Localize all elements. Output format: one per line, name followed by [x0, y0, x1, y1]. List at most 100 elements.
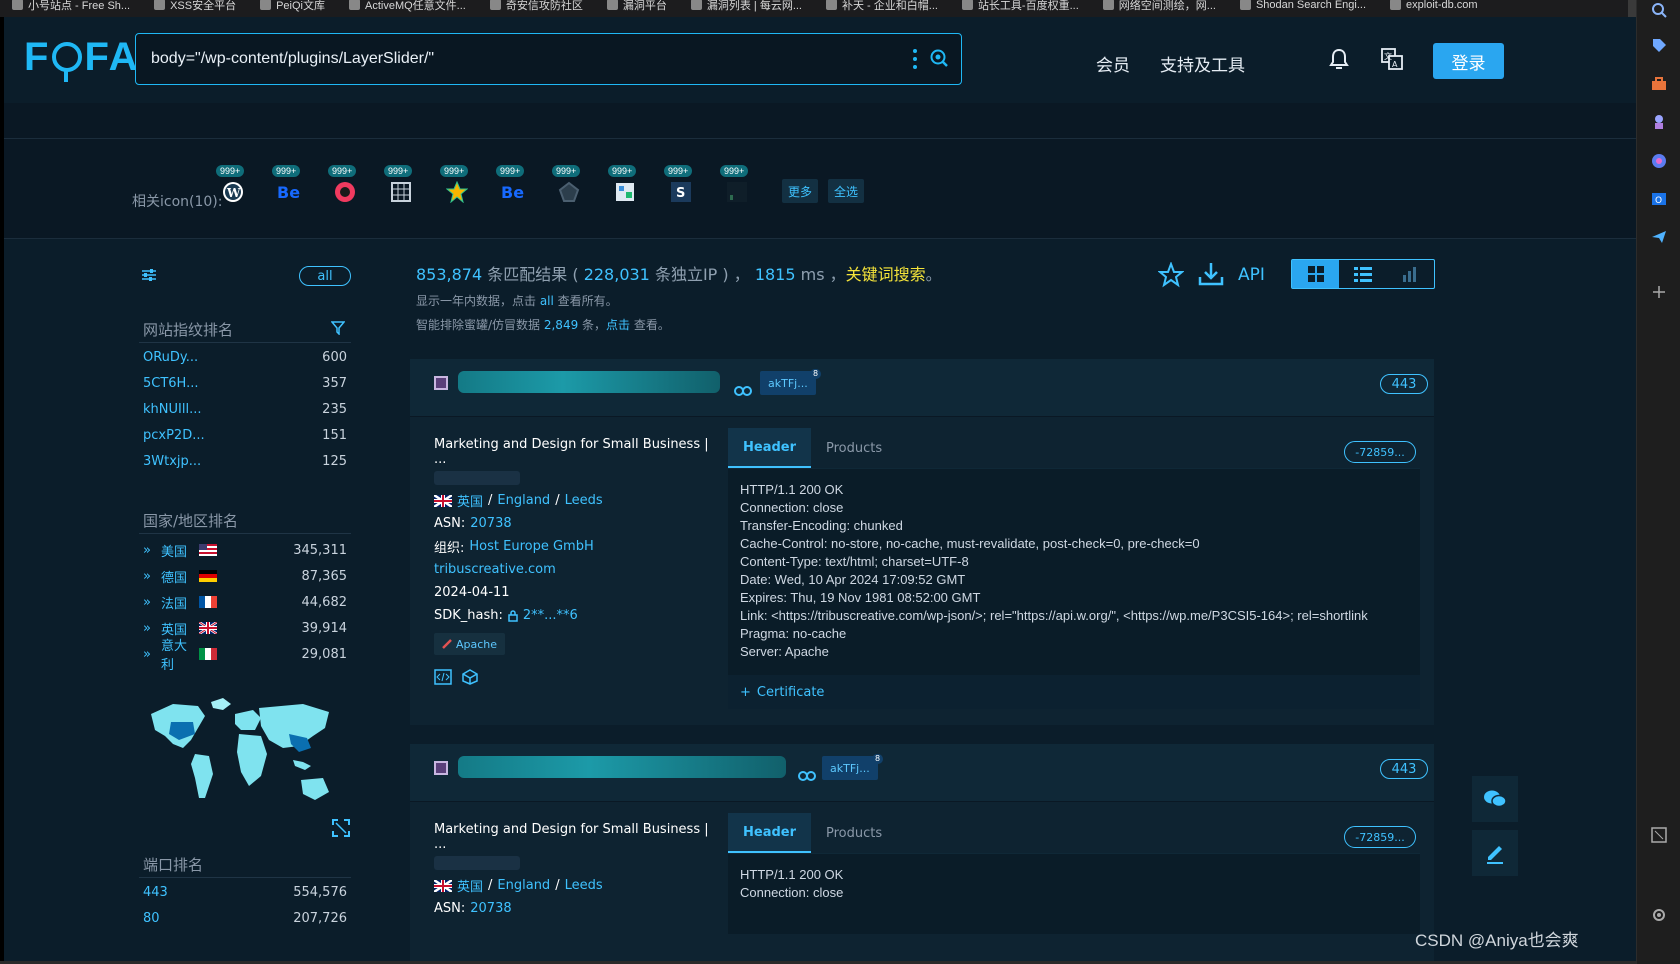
cert-tag[interactable]: akTFj...	[760, 371, 816, 395]
outlook-icon[interactable]: O	[1649, 189, 1669, 209]
certificate-toggle[interactable]: + Certificate	[728, 675, 1420, 709]
browser-tab[interactable]: 小号站点 - Free Sh...	[0, 0, 142, 13]
site-title[interactable]: Marketing and Design for Small Business …	[434, 437, 714, 467]
briefcase-icon[interactable]	[1649, 74, 1669, 94]
city-link[interactable]: Leeds	[565, 878, 603, 893]
country-row[interactable]: » 意大利 29,081	[143, 639, 347, 673]
settings-icon[interactable]	[1649, 905, 1669, 925]
fingerprint-row[interactable]: 5CT6H... 357	[143, 376, 347, 396]
tab-products[interactable]: Products	[811, 428, 897, 468]
dark-icon[interactable]: 999+	[720, 165, 752, 207]
tag-icon[interactable]	[1649, 35, 1669, 55]
asn-link[interactable]: 20738	[470, 516, 511, 531]
fingerprint-row[interactable]: pcxP2D... 151	[143, 428, 347, 448]
country-row[interactable]: » 法国 44,682	[143, 592, 347, 612]
translate-icon[interactable]: 文A	[1380, 47, 1404, 75]
add-icon[interactable]	[1649, 282, 1669, 302]
tab-header[interactable]: Header	[728, 813, 812, 853]
world-map[interactable]	[143, 694, 339, 824]
country-link[interactable]: 英国	[457, 491, 483, 510]
chess-icon[interactable]	[1649, 112, 1669, 132]
send-icon[interactable]	[1649, 227, 1669, 247]
browser-tab[interactable]: 网络空间测绘，网...	[1091, 0, 1228, 13]
city-link[interactable]: Leeds	[565, 493, 603, 508]
port-row[interactable]: 443 554,576	[143, 885, 347, 905]
behance-icon[interactable]: 999+ Be	[272, 165, 304, 207]
expand-icon[interactable]	[332, 819, 350, 841]
view-excluded-link[interactable]: 点击	[606, 318, 630, 332]
fingerprint-row[interactable]: 3Wtxjp... 125	[143, 454, 347, 474]
region-link[interactable]: England	[497, 878, 550, 893]
search-box[interactable]: body="/wp-content/plugins/LayerSlider/"	[135, 33, 962, 85]
tab-header[interactable]: Header	[728, 428, 812, 468]
select-all-button[interactable]: 全选	[828, 179, 865, 203]
cert-tag[interactable]: akTFj...	[822, 756, 878, 780]
port-badge[interactable]: 443	[1380, 374, 1428, 394]
hash-badge[interactable]: -72859...	[1344, 826, 1416, 848]
api-button[interactable]: API	[1238, 265, 1265, 285]
fofa-logo[interactable]: F FA	[24, 35, 140, 82]
search-icon[interactable]	[1649, 0, 1669, 20]
wordpress-icon[interactable]: 999+ W	[216, 165, 248, 207]
site-title[interactable]: Marketing and Design for Small Business …	[434, 822, 714, 852]
view-all-link[interactable]: all	[540, 294, 554, 308]
sliders-icon[interactable]	[141, 267, 157, 286]
asn-link[interactable]: 20738	[470, 901, 511, 916]
nav-member[interactable]: 会员	[1096, 51, 1130, 76]
tab-products[interactable]: Products	[811, 813, 897, 853]
browser-tab[interactable]: exploit-db.com	[1378, 0, 1490, 13]
server-tag[interactable]: Apache	[434, 633, 506, 655]
link-icon[interactable]	[734, 381, 752, 400]
keyword-search-link[interactable]: 关键词搜索	[846, 265, 926, 284]
region-link[interactable]: England	[497, 493, 550, 508]
browser-tab[interactable]: XSS安全平台	[142, 0, 248, 13]
bell-icon[interactable]	[1328, 47, 1350, 75]
sdk-hash-link[interactable]: 2**...**6	[523, 608, 578, 623]
stats-view-icon[interactable]	[1387, 260, 1434, 288]
image-icon[interactable]: 999+	[608, 165, 640, 207]
red-circle-icon[interactable]: 999+	[328, 165, 360, 207]
redacted-host[interactable]	[458, 756, 786, 778]
browser-tab[interactable]: 补天 - 企业和白帽...	[814, 0, 950, 13]
fingerprint-row[interactable]: ORuDy... 600	[143, 350, 347, 370]
more-options-icon[interactable]	[913, 49, 917, 69]
s-icon[interactable]: 999+ S	[664, 165, 696, 207]
search-icon[interactable]	[929, 48, 949, 72]
country-row[interactable]: » 美国 345,311	[143, 540, 347, 560]
pentagon-icon[interactable]: 999+	[552, 165, 584, 207]
browser-tab[interactable]: 漏洞列表 | 每云网...	[679, 0, 814, 13]
star-icon[interactable]	[1157, 261, 1185, 292]
all-toggle[interactable]: all	[299, 266, 351, 286]
cube-icon[interactable]	[462, 669, 478, 689]
star-icon[interactable]: 999+	[440, 165, 472, 207]
port-badge[interactable]: 443	[1380, 759, 1428, 779]
browser-tab[interactable]: Shodan Search Engi...	[1228, 0, 1378, 13]
code-icon[interactable]	[434, 669, 452, 689]
search-input[interactable]: body="/wp-content/plugins/LayerSlider/"	[151, 50, 434, 68]
grid-icon[interactable]: 999+	[384, 165, 416, 207]
browser-tab[interactable]: ActiveMQ任意文件...	[337, 0, 478, 13]
browser-tab[interactable]: PeiQi文库	[248, 0, 337, 13]
fingerprint-row[interactable]: khNUIll... 235	[143, 402, 347, 422]
login-button[interactable]: 登录	[1433, 43, 1504, 79]
wechat-button[interactable]	[1472, 776, 1518, 822]
link-icon[interactable]	[798, 766, 816, 785]
grid-view-icon[interactable]	[1292, 260, 1340, 288]
hash-badge[interactable]: -72859...	[1344, 441, 1416, 463]
org-link[interactable]: Host Europe GmbH	[469, 539, 593, 554]
list-view-icon[interactable]	[1339, 260, 1386, 288]
country-link[interactable]: 英国	[457, 876, 483, 895]
port-row[interactable]: 80 207,726	[143, 911, 347, 931]
browser-tab[interactable]: 奇安信攻防社区	[478, 0, 595, 13]
copilot-icon[interactable]	[1649, 151, 1669, 171]
behance-icon[interactable]: 999+ Be	[496, 165, 528, 207]
feedback-button[interactable]	[1472, 830, 1518, 876]
screenshot-icon[interactable]	[1649, 825, 1669, 845]
filter-icon[interactable]	[330, 320, 346, 339]
browser-tab[interactable]: 漏洞平台	[595, 0, 679, 13]
browser-tab[interactable]: 站长工具-百度权重...	[950, 0, 1091, 13]
country-row[interactable]: » 德国 87,365	[143, 566, 347, 586]
nav-tools[interactable]: 支持及工具	[1160, 51, 1245, 76]
redacted-host[interactable]	[458, 371, 720, 393]
download-icon[interactable]	[1197, 260, 1225, 292]
